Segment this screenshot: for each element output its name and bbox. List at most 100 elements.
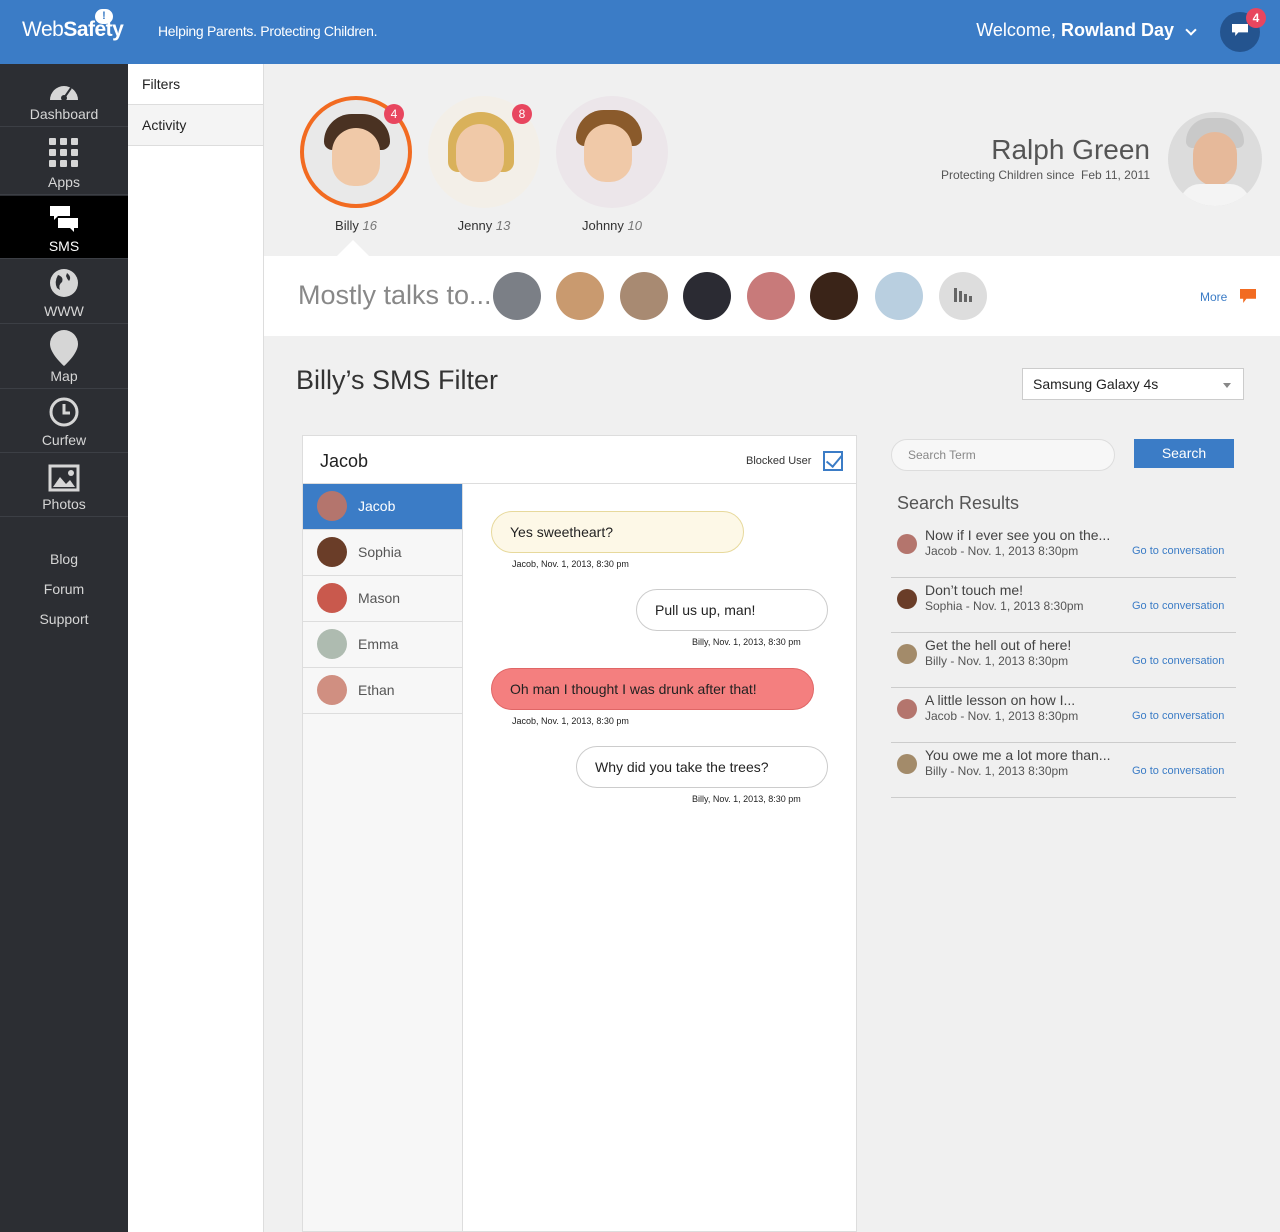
message-meta: Jacob, Nov. 1, 2013, 8:30 pm — [512, 716, 629, 726]
nav-label: Apps — [48, 174, 80, 190]
message-bubble: Pull us up, man! — [636, 589, 828, 631]
tagline: Helping Parents. Protecting Children. — [158, 23, 378, 39]
user-menu[interactable]: Welcome, Rowland Day — [976, 20, 1174, 41]
contact-avatar[interactable] — [556, 272, 604, 320]
talks-title: Mostly talks to... — [298, 280, 492, 310]
contact-list: Jacob Sophia Mason Emma Ethan — [303, 484, 463, 1231]
contact-item-emma[interactable]: Emma — [303, 622, 462, 668]
message-thread: Yes sweetheart? Jacob, Nov. 1, 2013, 8:3… — [463, 484, 856, 1231]
sms-bubbles-icon — [50, 206, 78, 232]
contact-item-sophia[interactable]: Sophia — [303, 530, 462, 576]
bar-chart-icon — [954, 288, 972, 302]
result-meta: Sophia - Nov. 1, 2013 8:30pm — [925, 599, 1084, 613]
blocked-user-checkbox[interactable] — [823, 451, 843, 471]
go-to-conversation-link[interactable]: Go to conversation — [1132, 655, 1224, 667]
avatar — [897, 699, 917, 719]
apps-grid-icon — [49, 138, 78, 167]
nav-link-forum[interactable]: Forum — [0, 574, 128, 604]
welcome-prefix: Welcome, — [976, 20, 1056, 40]
avatar — [897, 589, 917, 609]
go-to-conversation-link[interactable]: Go to conversation — [1132, 545, 1224, 557]
top-header: WebSafety ! Helping Parents. Protecting … — [0, 0, 1280, 64]
search-result[interactable]: You owe me a lot more than... Billy - No… — [891, 742, 1236, 798]
result-snippet: Don’t touch me! — [925, 582, 1024, 598]
message-meta: Billy, Nov. 1, 2013, 8:30 pm — [692, 637, 801, 647]
avatar — [897, 754, 917, 774]
nav-dashboard[interactable]: Dashboard — [0, 64, 128, 127]
search-input[interactable]: Search Term — [891, 439, 1115, 471]
blocked-user-label: Blocked User — [746, 455, 812, 467]
nav-link-support[interactable]: Support — [0, 604, 128, 634]
nav-map[interactable]: Map — [0, 324, 128, 389]
nav-apps[interactable]: Apps — [0, 128, 128, 195]
avatar — [317, 629, 347, 659]
contact-avatar[interactable] — [493, 272, 541, 320]
nav-photos[interactable]: Photos — [0, 453, 128, 517]
search-result[interactable]: Now if I ever see you on the... Jacob - … — [891, 522, 1236, 578]
message-meta: Jacob, Nov. 1, 2013, 8:30 pm — [512, 559, 629, 569]
subnav-filters[interactable]: Filters — [128, 64, 263, 105]
message-bubble-flagged: Oh man I thought I was drunk after that! — [491, 668, 814, 710]
message-bubble: Yes sweetheart? — [491, 511, 744, 553]
nav-label: Dashboard — [29, 106, 99, 122]
chevron-down-icon[interactable] — [1185, 24, 1197, 36]
clock-icon — [49, 397, 79, 427]
message-bubble: Why did you take the trees? — [576, 746, 828, 788]
parent-since: Protecting Children since Feb 11, 2011 — [940, 168, 1150, 182]
more-link[interactable]: More — [1200, 290, 1227, 304]
avatar — [317, 675, 347, 705]
contact-avatar[interactable] — [620, 272, 668, 320]
conversation-header: Jacob Blocked User — [303, 436, 856, 484]
contact-item-mason[interactable]: Mason — [303, 576, 462, 622]
contact-item-ethan[interactable]: Ethan — [303, 668, 462, 714]
child-avatar — [556, 96, 668, 208]
child-name: Jenny 13 — [457, 218, 511, 233]
child-johnny[interactable]: Johnny 10 — [556, 96, 668, 233]
search-result[interactable]: Get the hell out of here! Billy - Nov. 1… — [891, 632, 1236, 688]
search-result[interactable]: Don’t touch me! Sophia - Nov. 1, 2013 8:… — [891, 577, 1236, 633]
contact-avatar[interactable] — [810, 272, 858, 320]
search-button[interactable]: Search — [1134, 439, 1234, 468]
conversation-panel: Jacob Blocked User Jacob Sophia Mason Em… — [302, 435, 857, 1232]
avatar — [317, 537, 347, 567]
go-to-conversation-link[interactable]: Go to conversation — [1132, 710, 1224, 722]
device-select[interactable]: Samsung Galaxy 4s — [1022, 368, 1244, 400]
contact-avatar[interactable] — [747, 272, 795, 320]
stats-button[interactable] — [939, 272, 987, 320]
result-meta: Jacob - Nov. 1, 2013 8:30pm — [925, 709, 1079, 723]
contact-avatar[interactable] — [683, 272, 731, 320]
nav-curfew[interactable]: Curfew — [0, 389, 128, 453]
contact-item-jacob[interactable]: Jacob — [303, 484, 462, 530]
nav-label: WWW — [44, 303, 84, 319]
user-name: Rowland Day — [1060, 20, 1174, 40]
left-nav: Dashboard Apps SMS WWW Map Curfew Photos… — [0, 64, 128, 1232]
nav-link-blog[interactable]: Blog — [0, 544, 128, 574]
go-to-conversation-link[interactable]: Go to conversation — [1132, 765, 1224, 777]
parent-name: Ralph Green — [991, 134, 1150, 165]
result-meta: Billy - Nov. 1, 2013 8:30pm — [925, 764, 1069, 778]
search-result[interactable]: A little lesson on how I... Jacob - Nov.… — [891, 687, 1236, 743]
child-badge: 4 — [384, 104, 404, 124]
nav-label: Photos — [42, 496, 86, 512]
parent-avatar[interactable] — [1168, 112, 1262, 206]
result-snippet: Now if I ever see you on the... — [925, 527, 1111, 543]
photo-icon — [48, 464, 80, 492]
caret-down-icon — [1223, 383, 1231, 388]
result-snippet: You owe me a lot more than... — [925, 747, 1111, 763]
nav-label: Curfew — [41, 432, 87, 448]
children-strip: Billy 16 4 Jenny 13 8 Johnny 10 Ralph Gr… — [264, 64, 1280, 256]
more-flag-icon[interactable] — [1240, 289, 1256, 303]
sub-nav: Filters Activity — [128, 64, 264, 1232]
go-to-conversation-link[interactable]: Go to conversation — [1132, 600, 1224, 612]
message-flag-icon — [1232, 24, 1248, 36]
avatar — [317, 583, 347, 613]
subnav-activity[interactable]: Activity — [128, 105, 263, 146]
nav-links: Blog Forum Support — [0, 544, 128, 634]
nav-sms[interactable]: SMS — [0, 196, 128, 259]
result-snippet: A little lesson on how I... — [925, 692, 1076, 708]
map-pin-icon — [50, 330, 78, 366]
result-snippet: Get the hell out of here! — [925, 637, 1072, 653]
nav-www[interactable]: WWW — [0, 260, 128, 324]
contact-avatar[interactable] — [875, 272, 923, 320]
result-meta: Jacob - Nov. 1, 2013 8:30pm — [925, 544, 1079, 558]
